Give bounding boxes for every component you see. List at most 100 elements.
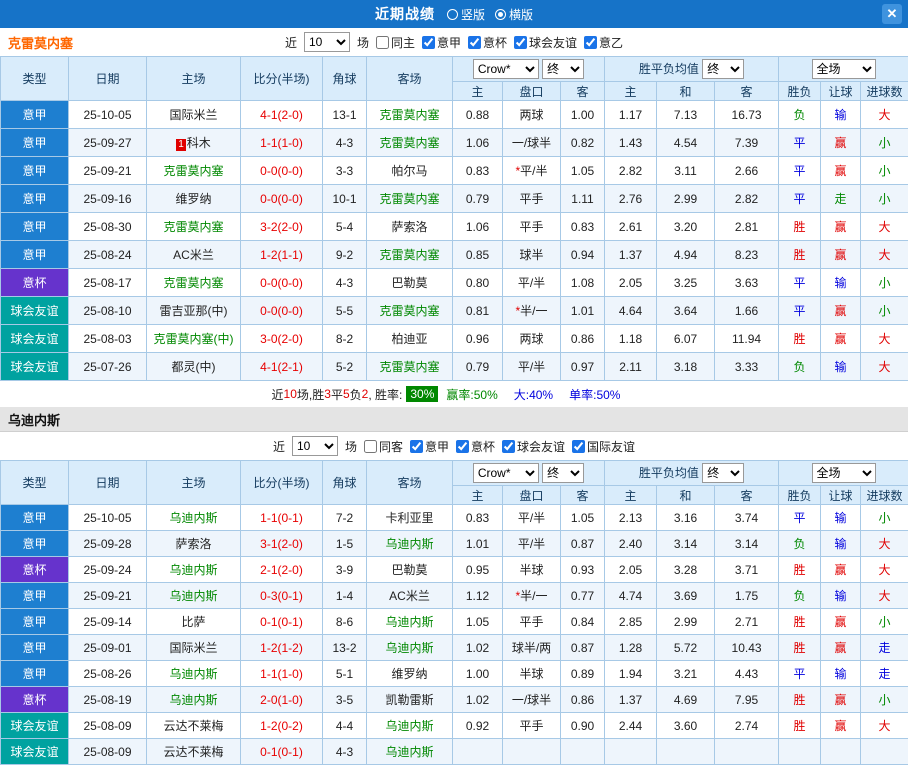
league-checkbox-serie-b[interactable]: 意乙	[584, 34, 623, 51]
same-home-checkbox-input[interactable]	[376, 36, 389, 49]
mean-cell: 4.69	[657, 687, 715, 713]
league-checkbox-coppa[interactable]: 意杯	[456, 438, 495, 455]
league-checkbox-friendly[interactable]: 球会友谊	[514, 34, 577, 51]
result-cell: 赢	[821, 297, 861, 325]
scope-select[interactable]: 全场	[812, 59, 876, 79]
league-checkbox-input[interactable]	[410, 440, 423, 453]
score-cell: 0-0(0-0)	[241, 185, 323, 213]
away-team-cell: 乌迪内斯	[367, 531, 453, 557]
radio-horizontal-label: 横版	[509, 6, 533, 23]
mean-cell: 2.66	[715, 157, 779, 185]
team-name-title: 乌迪内斯	[8, 410, 60, 429]
summary-text: 10	[284, 387, 297, 401]
scope-select[interactable]: 全场	[812, 463, 876, 483]
handicap-cell: 球半	[503, 241, 561, 269]
summary-row: 近10场,胜3平5负2, 胜率:30%赢率:50%大:40%单率:50%	[0, 381, 908, 407]
home-team-cell: 萨索洛	[147, 531, 241, 557]
same-away-checkbox[interactable]: 同客	[364, 438, 403, 455]
odds-cell: 1.11	[561, 185, 605, 213]
away-team-cell: 克雷莫内塞	[367, 353, 453, 381]
col-header-wdl: 胜负	[779, 486, 821, 505]
recent-count-select[interactable]: 10	[292, 436, 338, 456]
corner-cell: 4-3	[323, 129, 367, 157]
league-checkbox-input[interactable]	[456, 440, 469, 453]
league-checkbox-serie-a[interactable]: 意甲	[410, 438, 449, 455]
league-checkbox-input[interactable]	[422, 36, 435, 49]
result-cell: 输	[821, 661, 861, 687]
odds-final-select[interactable]: 终	[542, 463, 584, 483]
match-row: 球会友谊25-08-09云达不莱梅0-1(0-1)4-3乌迪内斯	[1, 739, 908, 765]
league-checkbox-intl-friendly[interactable]: 国际友谊	[572, 438, 635, 455]
league-checkbox-input[interactable]	[514, 36, 527, 49]
same-home-checkbox[interactable]: 同主	[376, 34, 415, 51]
result-cell: 输	[821, 353, 861, 381]
summary-text: 2	[362, 387, 369, 401]
mean-final-select[interactable]: 终	[702, 59, 744, 79]
handicap-cell: *半/一	[503, 297, 561, 325]
mean-cell: 2.05	[605, 557, 657, 583]
col-header-handicap-result: 让球	[821, 486, 861, 505]
result-cell: 平	[779, 157, 821, 185]
layout-radio-vertical[interactable]: 竖版	[447, 6, 485, 23]
match-row: 意甲25-08-26乌迪内斯1-1(1-0)5-1维罗纳1.00半球0.891.…	[1, 661, 908, 687]
score-cell: 0-1(0-1)	[241, 739, 323, 765]
mean-cell: 1.18	[605, 325, 657, 353]
col-header-goals-result: 进球数	[861, 486, 908, 505]
same-away-checkbox-input[interactable]	[364, 440, 377, 453]
recent-count-select[interactable]: 10	[304, 32, 350, 52]
league-cell: 球会友谊	[1, 325, 69, 353]
handicap-cell: 平手	[503, 185, 561, 213]
league-checkbox-input[interactable]	[502, 440, 515, 453]
away-team-cell: 克雷莫内塞	[367, 241, 453, 269]
home-team-cell: 国际米兰	[147, 635, 241, 661]
mean-group-header: 胜平负均值 终	[605, 57, 779, 82]
result-cell: 小	[861, 269, 908, 297]
result-cell: 输	[821, 531, 861, 557]
close-button[interactable]: ✕	[882, 4, 902, 24]
result-cell: 负	[779, 101, 821, 129]
odds-cell: 0.79	[453, 353, 503, 381]
odds-cell: 0.87	[561, 531, 605, 557]
col-header-score: 比分(半场)	[241, 57, 323, 101]
matches-table-udinese: 类型 日期 主场 比分(半场) 角球 客场 Crow* 终 胜平负均值 终 全场…	[0, 460, 908, 765]
date-cell: 25-09-21	[69, 583, 147, 609]
league-checkbox-input[interactable]	[584, 36, 597, 49]
match-row: 意甲25-09-14比萨0-1(0-1)8-6乌迪内斯1.05平手0.842.8…	[1, 609, 908, 635]
layout-radio-horizontal[interactable]: 横版	[495, 6, 533, 23]
league-checkbox-serie-a[interactable]: 意甲	[422, 34, 461, 51]
league-checkbox-coppa[interactable]: 意杯	[468, 34, 507, 51]
away-team-cell: 克雷莫内塞	[367, 185, 453, 213]
udinese-filter-bar: 近 10 场 同客 意甲 意杯 球会友谊 国际友谊	[0, 432, 908, 460]
mean-cell: 1.37	[605, 241, 657, 269]
match-row: 意甲25-09-21克雷莫内塞0-0(0-0)3-3帕尔马0.83*平/半1.0…	[1, 157, 908, 185]
mean-cell: 7.39	[715, 129, 779, 157]
radio-on-icon	[495, 9, 506, 20]
result-cell: 胜	[779, 687, 821, 713]
odds-final-select[interactable]: 终	[542, 59, 584, 79]
odds-cell: 0.87	[561, 635, 605, 661]
match-row: 球会友谊25-07-26都灵(中)4-1(2-1)5-2克雷莫内塞0.79平/半…	[1, 353, 908, 381]
date-cell: 25-08-03	[69, 325, 147, 353]
league-cell: 意甲	[1, 129, 69, 157]
league-checkbox-input[interactable]	[468, 36, 481, 49]
league-checkbox-input[interactable]	[572, 440, 585, 453]
match-row: 意甲25-08-24AC米兰1-2(1-1)9-2克雷莫内塞0.85球半0.94…	[1, 241, 908, 269]
table-header: 类型 日期 主场 比分(半场) 角球 客场 Crow* 终 胜平负均值 终 全场…	[1, 461, 908, 505]
odds-cell: 1.00	[561, 101, 605, 129]
odds-cell: 1.05	[453, 609, 503, 635]
odds-provider-select[interactable]: Crow*	[473, 463, 539, 483]
radio-vertical-label: 竖版	[461, 6, 485, 23]
league-checkbox-friendly[interactable]: 球会友谊	[502, 438, 565, 455]
handicap-cell	[503, 739, 561, 765]
mean-final-select[interactable]: 终	[702, 463, 744, 483]
mean-cell: 4.74	[605, 583, 657, 609]
odds-cell: 0.94	[561, 241, 605, 269]
match-row: 意杯25-09-24乌迪内斯2-1(2-0)3-9巴勒莫0.95半球0.932.…	[1, 557, 908, 583]
odds-provider-select[interactable]: Crow*	[473, 59, 539, 79]
mean-cell: 3.69	[657, 583, 715, 609]
result-cell: 大	[861, 241, 908, 269]
result-cell: 输	[821, 505, 861, 531]
home-team-cell: 乌迪内斯	[147, 687, 241, 713]
result-cell: 赢	[821, 213, 861, 241]
score-cell: 0-0(0-0)	[241, 269, 323, 297]
